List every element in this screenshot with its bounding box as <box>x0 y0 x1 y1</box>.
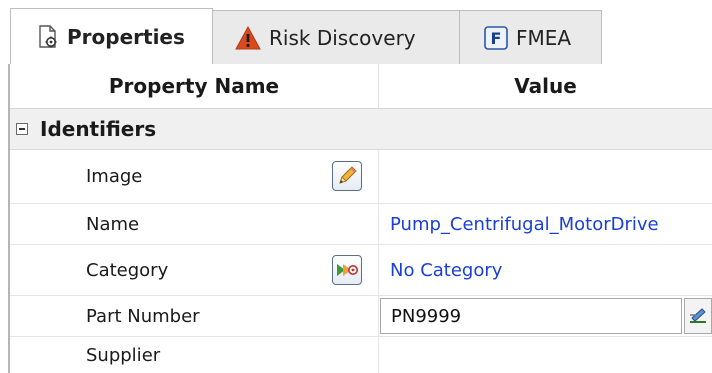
property-row-part-number[interactable]: Part Number PN9999 <box>10 296 712 337</box>
column-separator <box>378 296 379 336</box>
tab-fmea-label: FMEA <box>516 25 572 50</box>
tab-risk-discovery[interactable]: Risk Discovery <box>212 10 460 64</box>
column-separator <box>378 150 379 203</box>
tab-strip: Properties Risk Discovery F FMEA <box>0 0 712 64</box>
svg-text:F: F <box>491 29 502 48</box>
select-category-button[interactable] <box>332 255 362 285</box>
collapse-icon[interactable] <box>16 123 28 135</box>
tab-risk-discovery-label: Risk Discovery <box>269 25 416 50</box>
property-row-supplier[interactable]: Supplier <box>10 337 712 373</box>
grid-header: Property Name Value <box>10 64 712 109</box>
pencil-icon <box>339 166 357 184</box>
property-row-name[interactable]: Name Pump_Centrifugal_MotorDrive <box>10 204 712 245</box>
column-separator <box>378 337 379 373</box>
property-row-image[interactable]: Image <box>10 150 712 204</box>
tab-fmea[interactable]: F FMEA <box>459 10 602 64</box>
property-value-category[interactable]: No Category <box>390 245 502 295</box>
property-name-supplier: Supplier <box>86 344 161 366</box>
fmea-icon: F <box>484 25 508 50</box>
group-identifiers-label: Identifiers <box>40 117 157 141</box>
tab-properties[interactable]: Properties <box>10 8 213 64</box>
property-name-category: Category <box>86 259 169 281</box>
header-value[interactable]: Value <box>379 64 712 108</box>
part-number-edit-button[interactable] <box>684 298 712 334</box>
property-name-image: Image <box>86 166 143 187</box>
warning-icon <box>235 25 261 50</box>
tab-properties-label: Properties <box>67 24 185 49</box>
property-value-name[interactable]: Pump_Centrifugal_MotorDrive <box>390 204 659 244</box>
header-property-name[interactable]: Property Name <box>10 64 379 108</box>
column-separator <box>378 204 379 244</box>
property-name-name: Name <box>86 213 140 235</box>
property-name-part-number: Part Number <box>86 305 200 327</box>
column-separator <box>378 245 379 295</box>
edit-list-icon <box>690 308 706 323</box>
part-number-input[interactable]: PN9999 <box>380 298 682 334</box>
category-picker-icon <box>337 264 358 276</box>
properties-icon <box>37 24 59 49</box>
edit-image-button[interactable] <box>332 161 362 191</box>
property-row-category[interactable]: Category No Category <box>10 245 712 296</box>
group-identifiers[interactable]: Identifiers <box>10 109 712 150</box>
property-grid: Property Name Value Identifiers Image Na… <box>10 64 712 373</box>
